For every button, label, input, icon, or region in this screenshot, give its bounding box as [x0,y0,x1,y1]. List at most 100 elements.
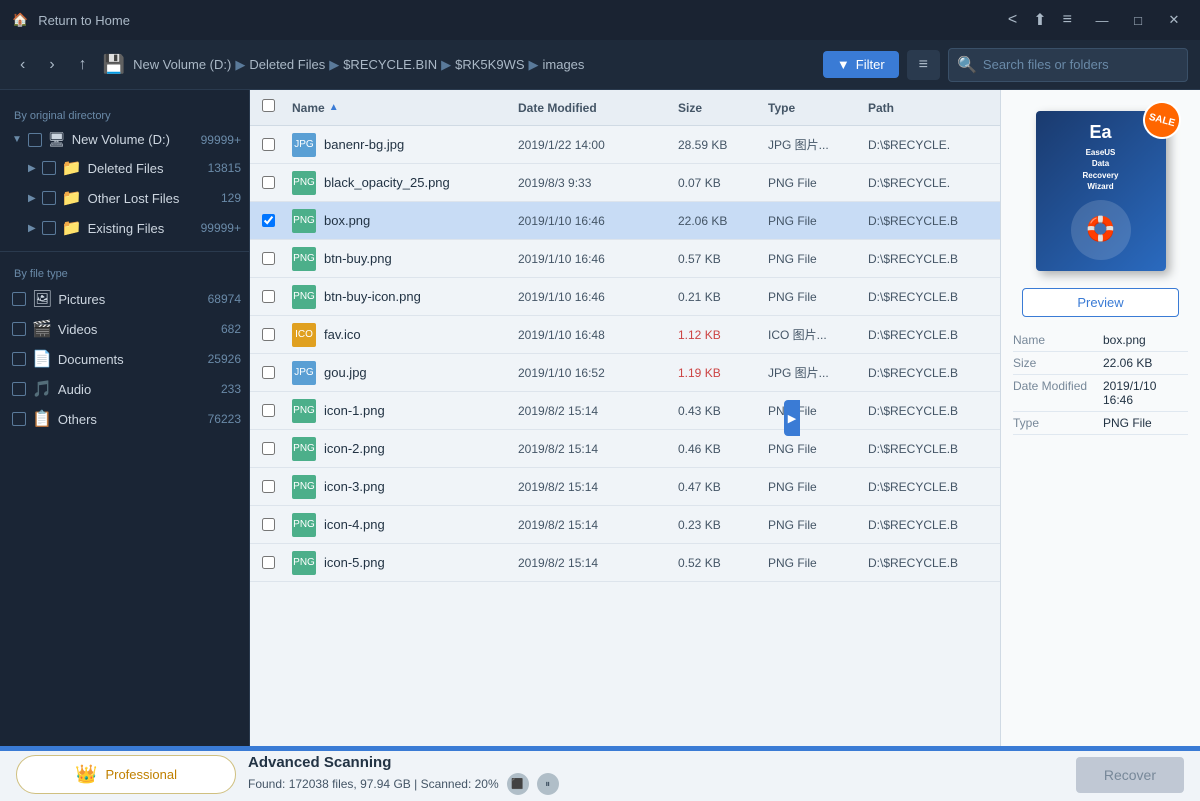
checkbox-documents[interactable] [12,352,26,366]
table-row[interactable]: PNG icon-5.png 2019/8/2 15:14 0.52 KB PN… [250,544,1000,582]
sidebar-item-videos[interactable]: 🎬 Videos 682 [0,314,249,344]
sidebar-count-documents: 25926 [208,352,241,366]
sidebar-count-pictures: 68974 [208,292,241,306]
upload-icon[interactable]: ⬆ [1033,10,1046,30]
checkbox-others[interactable] [12,412,26,426]
checkbox-deleted[interactable] [42,161,56,175]
table-row[interactable]: JPG gou.jpg 2019/1/10 16:52 1.19 KB JPG … [250,354,1000,392]
filter-button[interactable]: ▼ Filter [823,51,899,78]
col-header-size[interactable]: Size [678,101,768,115]
sidebar-label-others: Others [58,412,97,427]
row-checkbox-cell [262,556,292,569]
sidebar-count-videos: 682 [221,322,241,336]
tree-toggle-lost[interactable]: ▶ [28,193,36,204]
row-type-10: PNG File [768,518,868,532]
table-row[interactable]: PNG icon-3.png 2019/8/2 15:14 0.47 KB PN… [250,468,1000,506]
col-header-name[interactable]: Name ▲ [292,101,518,115]
tree-toggle-deleted[interactable]: ▶ [28,163,36,174]
table-row[interactable]: ICO fav.ico 2019/1/10 16:48 1.12 KB ICO … [250,316,1000,354]
search-box[interactable]: 🔍 [948,48,1188,82]
sidebar-item-audio[interactable]: 🎵 Audio 233 [0,374,249,404]
row-checkbox-8[interactable] [262,442,275,455]
row-path-11: D:\$RECYCLE.B [868,556,988,570]
tree-toggle-volume[interactable]: ▼ [12,134,22,145]
row-checkbox-cell [262,290,292,303]
stop-button[interactable]: ⬛ [507,773,529,795]
minimize-button[interactable]: — [1088,6,1116,34]
row-checkbox-9[interactable] [262,480,275,493]
row-checkbox-2[interactable] [262,214,275,227]
sidebar-item-others[interactable]: 📋 Others 76223 [0,404,249,434]
sidebar-item-volume[interactable]: ▼ 🖥 New Volume (D:) 99999+ [0,126,249,153]
checkbox-existing[interactable] [42,221,56,235]
sidebar-label-deleted: Deleted Files [88,161,164,176]
file-info-label-size: Size [1013,356,1103,370]
breadcrumb-item-4[interactable]: $RK5K9WS [455,57,524,72]
row-checkbox-1[interactable] [262,176,275,189]
professional-button[interactable]: 👑 Professional [16,755,236,794]
breadcrumb-item-5[interactable]: images [543,57,585,72]
search-input[interactable] [983,57,1179,72]
sidebar-item-deleted[interactable]: ▶ 📁 Deleted Files 13815 [0,153,249,183]
forward-button[interactable]: › [41,52,62,78]
hamburger-icon[interactable]: ≡ [1063,11,1072,29]
select-all-checkbox[interactable] [262,99,275,112]
row-checkbox-6[interactable] [262,366,275,379]
table-row[interactable]: PNG btn-buy-icon.png 2019/1/10 16:46 0.2… [250,278,1000,316]
sidebar-item-lost[interactable]: ▶ 📁 Other Lost Files 129 [0,183,249,213]
sidebar-count-audio: 233 [221,382,241,396]
checkbox-volume[interactable] [28,133,42,147]
maximize-button[interactable]: □ [1124,6,1152,34]
row-type-3: PNG File [768,252,868,266]
table-row[interactable]: JPG banenr-bg.jpg 2019/1/22 14:00 28.59 … [250,126,1000,164]
breadcrumb-item-2[interactable]: Deleted Files [249,57,325,72]
row-checkbox-3[interactable] [262,252,275,265]
col-header-date[interactable]: Date Modified [518,101,678,115]
row-type-1: PNG File [768,176,868,190]
col-header-type[interactable]: Type [768,101,868,115]
table-row[interactable]: PNG icon-2.png 2019/8/2 15:14 0.46 KB PN… [250,430,1000,468]
row-date-7: 2019/8/2 15:14 [518,404,678,418]
sidebar-item-pictures[interactable]: 🖼 Pictures 68974 [0,284,249,314]
app-title: Return to Home [38,13,130,28]
pause-button[interactable]: ⏸ [537,773,559,795]
bottom-bar: 👑 Professional Advanced Scanning Found: … [0,746,1200,801]
table-row[interactable]: PNG btn-buy.png 2019/1/10 16:46 0.57 KB … [250,240,1000,278]
row-checkbox-5[interactable] [262,328,275,341]
row-filename-6: gou.jpg [324,365,367,380]
row-checkbox-11[interactable] [262,556,275,569]
view-menu-button[interactable]: ≡ [907,50,940,80]
breadcrumb-item-1[interactable]: New Volume (D:) [133,57,231,72]
checkbox-audio[interactable] [12,382,26,396]
sidebar-item-existing[interactable]: ▶ 📁 Existing Files 99999+ [0,213,249,243]
table-row[interactable]: PNG icon-4.png 2019/8/2 15:14 0.23 KB PN… [250,506,1000,544]
row-checkbox-10[interactable] [262,518,275,531]
row-date-11: 2019/8/2 15:14 [518,556,678,570]
row-checkbox-7[interactable] [262,404,275,417]
table-row[interactable]: PNG box.png 2019/1/10 16:46 22.06 KB PNG… [250,202,1000,240]
row-checkbox-0[interactable] [262,138,275,151]
sidebar-item-documents[interactable]: 📄 Documents 25926 [0,344,249,374]
table-row[interactable]: PNG black_opacity_25.png 2019/8/3 9:33 0… [250,164,1000,202]
checkbox-lost[interactable] [42,191,56,205]
table-row[interactable]: PNG icon-1.png 2019/8/2 15:14 0.43 KB PN… [250,392,1000,430]
breadcrumb-sep-1: ▶ [235,57,245,73]
row-name-cell-1: PNG black_opacity_25.png [292,171,518,195]
file-info-label-type: Type [1013,416,1103,430]
col-header-path[interactable]: Path [868,101,988,115]
sidebar-count-lost: 129 [221,191,241,205]
preview-button[interactable]: Preview [1022,288,1180,317]
recover-button[interactable]: Recover [1076,757,1184,793]
checkbox-videos[interactable] [12,322,26,336]
checkbox-pictures[interactable] [12,292,26,306]
back-button[interactable]: ‹ [12,52,33,78]
tree-toggle-existing[interactable]: ▶ [28,223,36,234]
breadcrumb-item-3[interactable]: $RECYCLE.BIN [343,57,437,72]
row-checkbox-4[interactable] [262,290,275,303]
close-button[interactable]: ✕ [1160,6,1188,34]
breadcrumb-sep-3: ▶ [441,57,451,73]
share-icon[interactable]: < [1008,11,1017,29]
panel-expand-arrow[interactable]: ▶ [784,400,800,436]
up-button[interactable]: ↑ [71,52,95,78]
file-info-label-name: Name [1013,333,1103,347]
